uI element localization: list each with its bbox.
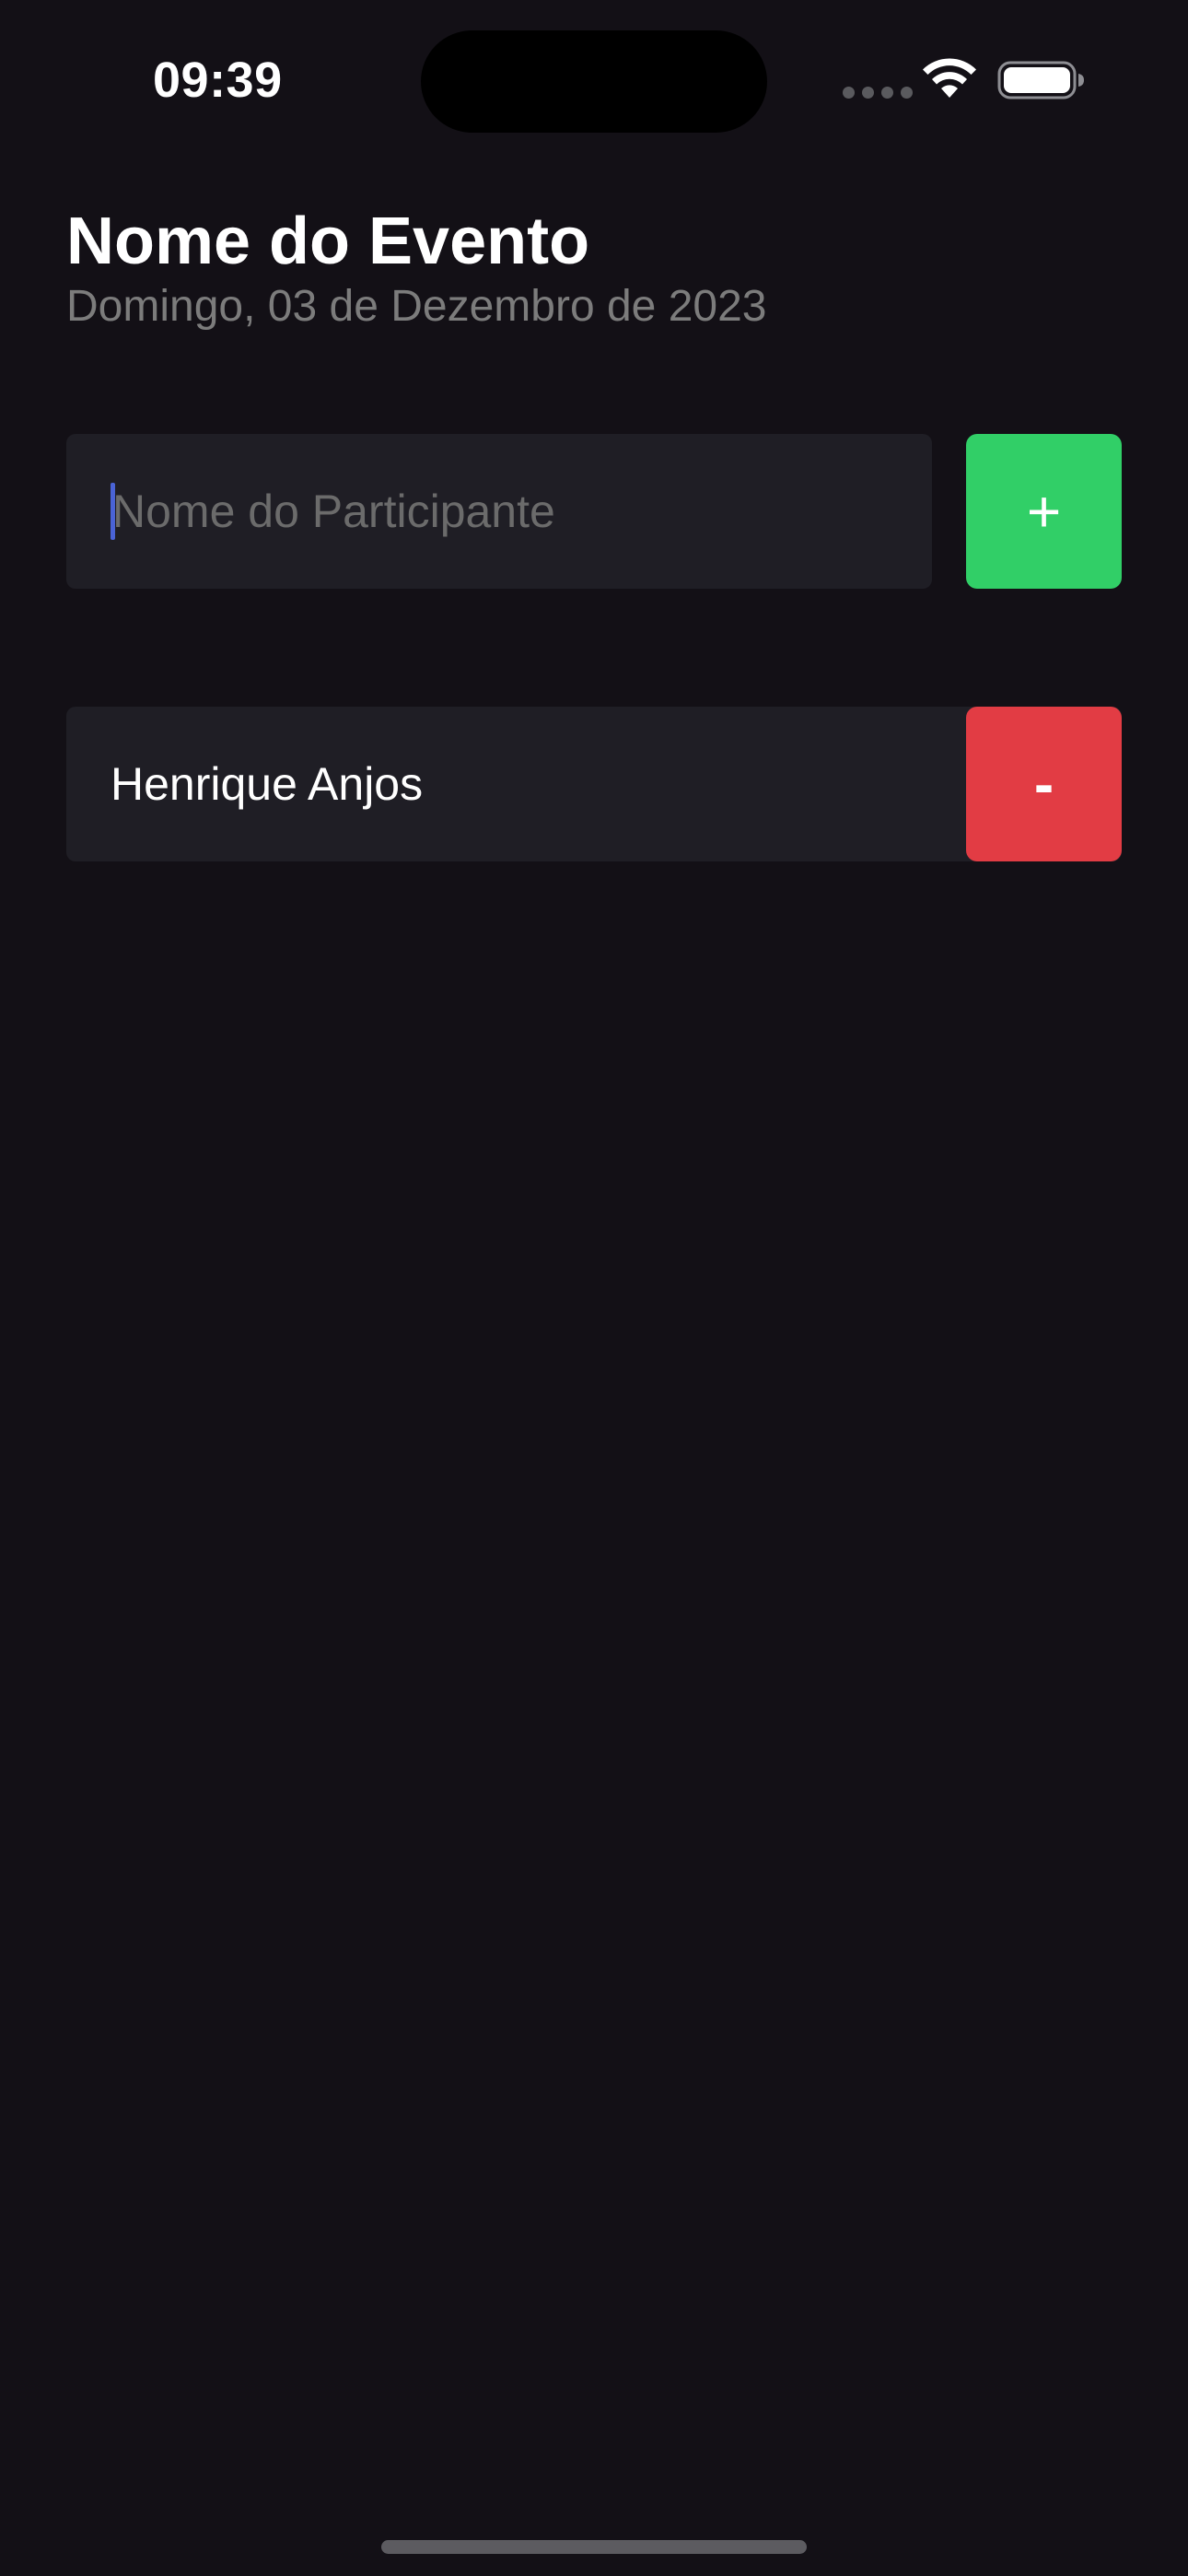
event-date: Domingo, 03 de Dezembro de 2023 bbox=[66, 282, 767, 331]
home-indicator bbox=[381, 2540, 807, 2554]
cellular-signal-icon bbox=[843, 87, 913, 99]
remove-participant-button[interactable]: - bbox=[966, 707, 1122, 861]
participant-name-input[interactable] bbox=[66, 434, 932, 589]
list-item: Henrique Anjos - bbox=[66, 707, 1122, 861]
dynamic-island bbox=[421, 30, 767, 133]
add-participant-button[interactable]: + bbox=[966, 434, 1122, 589]
event-title: Nome do Evento bbox=[66, 205, 590, 278]
participant-name: Henrique Anjos bbox=[111, 758, 424, 810]
wifi-icon bbox=[923, 58, 976, 98]
battery-icon bbox=[997, 61, 1084, 100]
text-caret bbox=[111, 483, 115, 540]
status-time: 09:39 bbox=[153, 53, 283, 108]
